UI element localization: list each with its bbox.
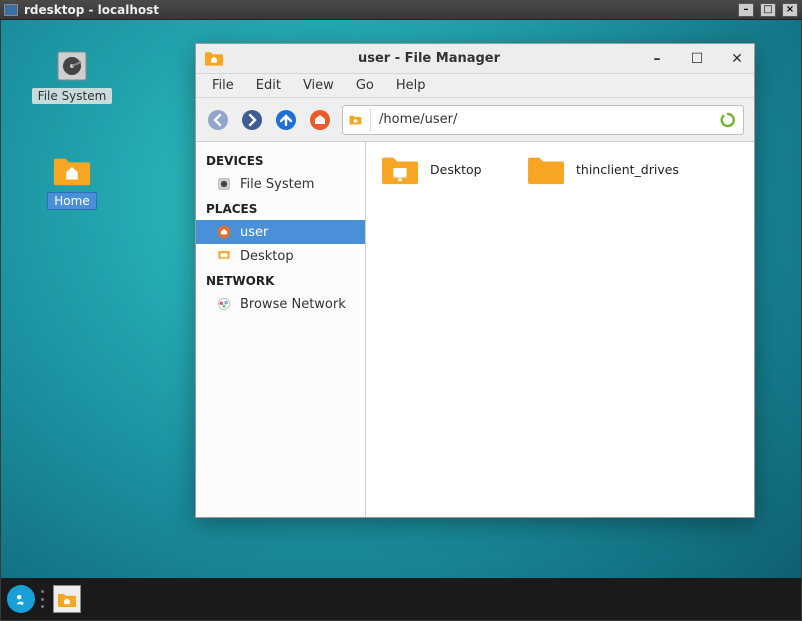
content-pane[interactable]: Desktop thinclient_drives xyxy=(366,142,754,517)
sidebar-head-devices: DEVICES xyxy=(196,148,365,172)
folder-home-icon xyxy=(52,152,92,188)
host-close-button[interactable]: × xyxy=(782,3,798,17)
desktop-icon-label: Home xyxy=(47,192,96,210)
file-item-label: thinclient_drives xyxy=(576,162,679,177)
host-maximize-button[interactable]: □ xyxy=(760,3,776,17)
drive-icon xyxy=(216,176,232,192)
sidebar-item-label: user xyxy=(240,225,268,240)
window-close-button[interactable]: ✕ xyxy=(728,50,746,68)
menu-help[interactable]: Help xyxy=(386,75,436,96)
host-title: rdesktop - localhost xyxy=(24,3,732,17)
sidebar-item-desktop[interactable]: Desktop xyxy=(196,244,365,268)
desktop-icon-label: File System xyxy=(32,88,113,104)
remote-desktop[interactable]: File System Home user - File Manager – ☐… xyxy=(1,20,801,620)
network-icon xyxy=(216,296,232,312)
sidebar-item-label: Desktop xyxy=(240,249,294,264)
file-item-thinclient-drives[interactable]: thinclient_drives xyxy=(526,152,679,186)
nav-home-button[interactable] xyxy=(308,108,332,132)
start-button[interactable] xyxy=(7,585,35,613)
folder-home-icon xyxy=(204,49,224,69)
path-bar[interactable]: /home/user/ xyxy=(342,105,744,135)
desktop-icon-home[interactable]: Home xyxy=(27,152,117,210)
window-title: user - File Manager xyxy=(232,51,626,66)
desktop-icon xyxy=(216,248,232,264)
drive-icon xyxy=(52,48,92,84)
path-text[interactable]: /home/user/ xyxy=(379,112,711,127)
host-minimize-button[interactable]: – xyxy=(738,3,754,17)
toolbar: /home/user/ xyxy=(196,98,754,142)
sidebar-item-file-system[interactable]: File System xyxy=(196,172,365,196)
sidebar: DEVICES File System PLACES user xyxy=(196,142,366,517)
refresh-button[interactable] xyxy=(719,111,737,129)
sidebar-head-network: NETWORK xyxy=(196,268,365,292)
home-icon xyxy=(216,224,232,240)
nav-back-button[interactable] xyxy=(206,108,230,132)
file-item-desktop[interactable]: Desktop xyxy=(380,152,482,186)
taskbar xyxy=(1,578,801,620)
window-minimize-button[interactable]: – xyxy=(648,50,666,68)
sidebar-head-places: PLACES xyxy=(196,196,365,220)
menubar: File Edit View Go Help xyxy=(196,74,754,98)
file-manager-body: DEVICES File System PLACES user xyxy=(196,142,754,517)
path-home-icon[interactable] xyxy=(349,109,371,131)
nav-forward-button[interactable] xyxy=(240,108,264,132)
host-app-icon xyxy=(4,4,18,16)
menu-edit[interactable]: Edit xyxy=(246,75,291,96)
taskbar-separator xyxy=(41,586,47,612)
sidebar-item-user[interactable]: user xyxy=(196,220,365,244)
file-manager-titlebar[interactable]: user - File Manager – ☐ ✕ xyxy=(196,44,754,74)
window-maximize-button[interactable]: ☐ xyxy=(688,50,706,68)
menu-view[interactable]: View xyxy=(293,75,344,96)
file-manager-window: user - File Manager – ☐ ✕ File Edit View… xyxy=(195,43,755,518)
sidebar-item-label: File System xyxy=(240,177,314,192)
sidebar-item-browse-network[interactable]: Browse Network xyxy=(196,292,365,316)
menu-file[interactable]: File xyxy=(202,75,244,96)
host-titlebar: rdesktop - localhost – □ × xyxy=(0,0,802,20)
sidebar-item-label: Browse Network xyxy=(240,297,346,312)
menu-go[interactable]: Go xyxy=(346,75,384,96)
folder-icon xyxy=(526,152,566,186)
taskbar-item-file-manager[interactable] xyxy=(53,585,81,613)
file-item-label: Desktop xyxy=(430,162,482,177)
desktop-icon-file-system[interactable]: File System xyxy=(27,48,117,104)
folder-icon xyxy=(380,152,420,186)
nav-up-button[interactable] xyxy=(274,108,298,132)
